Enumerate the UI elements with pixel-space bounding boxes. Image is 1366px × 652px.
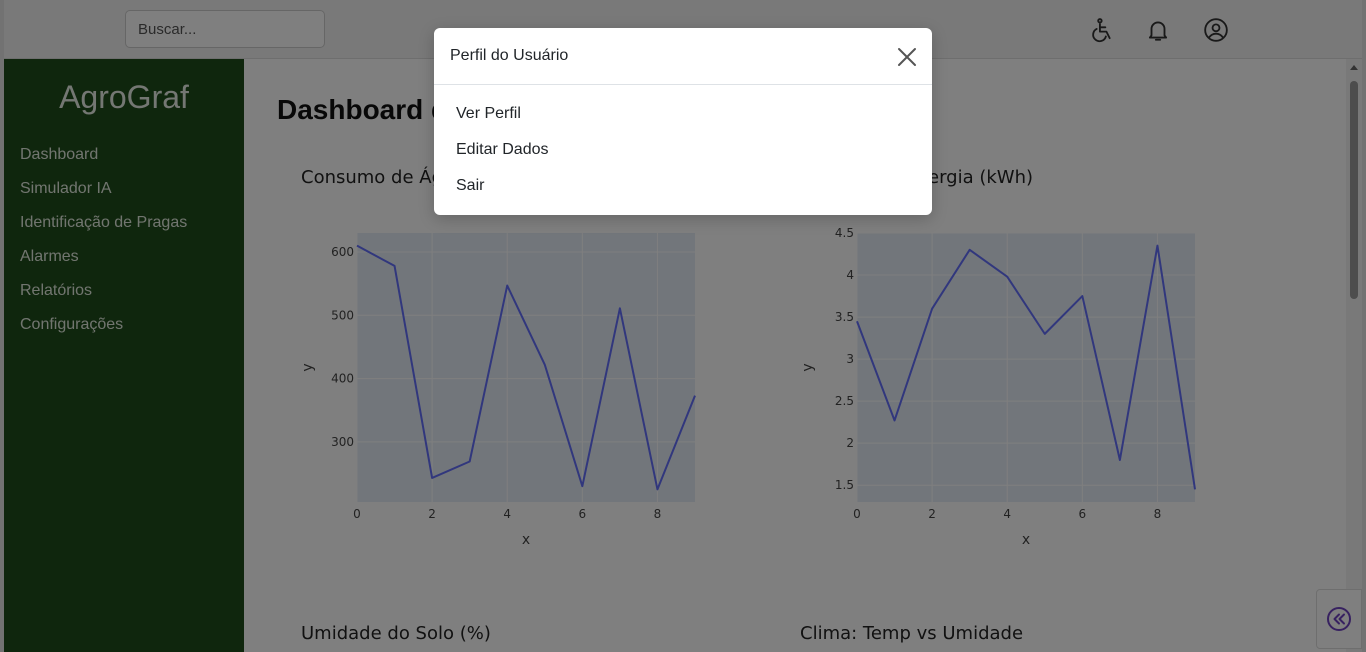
menu-item-editar-dados[interactable]: Editar Dados	[434, 139, 932, 175]
modal-title: Perfil do Usuário	[450, 47, 569, 64]
close-icon[interactable]	[896, 46, 918, 68]
user-profile-modal: Perfil do Usuário Ver Perfil Editar Dado…	[434, 28, 932, 215]
menu-item-ver-perfil[interactable]: Ver Perfil	[434, 103, 932, 139]
modal-header: Perfil do Usuário	[434, 28, 932, 85]
menu-item-sair[interactable]: Sair	[434, 175, 932, 211]
modal-menu: Ver Perfil Editar Dados Sair	[434, 85, 932, 211]
